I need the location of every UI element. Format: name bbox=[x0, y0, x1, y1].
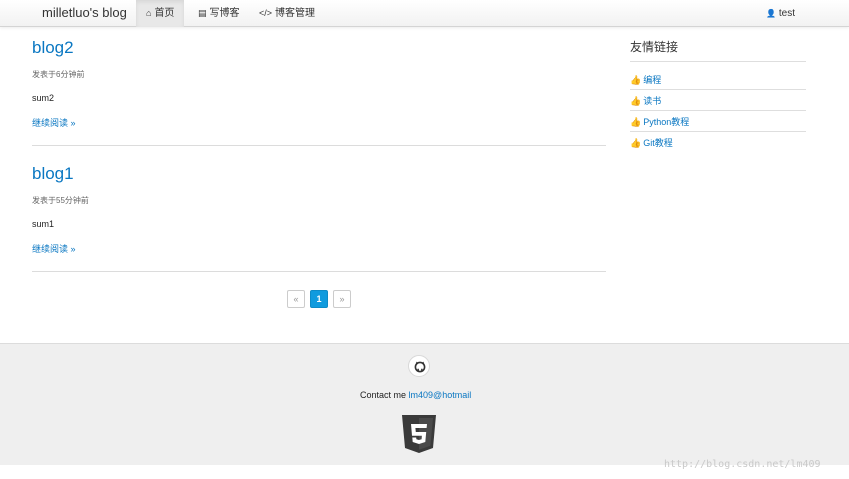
nav-blog-manage[interactable]: </> 博客管理 bbox=[249, 0, 325, 27]
nav-home[interactable]: ⌂ 首页 bbox=[136, 0, 185, 27]
nav-home-label: 首页 bbox=[154, 8, 175, 19]
nav-write-blog[interactable]: ▤ 写博客 bbox=[188, 0, 250, 27]
thumbs-up-icon: 👍 bbox=[630, 96, 642, 106]
sidebar-link-label: 读书 bbox=[643, 96, 662, 106]
code-icon: </> bbox=[259, 8, 273, 18]
read-more-link[interactable]: 继续阅读 » bbox=[32, 116, 76, 129]
post-meta: 发表于55分钟前 bbox=[32, 196, 89, 205]
pagination-next[interactable]: » bbox=[333, 290, 351, 308]
sidebar-link-label: 编程 bbox=[643, 75, 662, 85]
sidebar-link-label: Python教程 bbox=[643, 117, 690, 127]
contact-line: Contact me lm409@hotmail bbox=[360, 390, 471, 400]
sidebar-link-programming[interactable]: 👍 编程 bbox=[630, 73, 661, 86]
sidebar-divider bbox=[630, 61, 806, 62]
read-more-link[interactable]: 继续阅读 » bbox=[32, 242, 76, 255]
post-title-blog1[interactable]: blog1 bbox=[32, 164, 74, 184]
book-icon: ▤ bbox=[198, 8, 207, 18]
github-icon[interactable] bbox=[408, 355, 430, 377]
sidebar-link-label: Git教程 bbox=[643, 138, 673, 148]
thumbs-up-icon: 👍 bbox=[630, 138, 642, 148]
sidebar-title: 友情链接 bbox=[630, 40, 679, 54]
thumbs-up-icon: 👍 bbox=[630, 75, 642, 85]
sidebar-divider bbox=[630, 131, 806, 132]
post-divider bbox=[32, 145, 606, 146]
user-icon: 👤 bbox=[766, 9, 777, 18]
post-title-blog2[interactable]: blog2 bbox=[32, 38, 74, 58]
user-menu[interactable]: 👤 test bbox=[766, 0, 795, 27]
home-icon: ⌂ bbox=[146, 8, 152, 18]
post-meta: 发表于6分钟前 bbox=[32, 70, 85, 79]
contact-email-link[interactable]: lm409@hotmail bbox=[409, 390, 472, 400]
pagination-page-1[interactable]: 1 bbox=[310, 290, 328, 308]
top-navbar: milletluo's blog ⌂ 首页 ▤ 写博客 </> 博客管理 👤 test bbox=[0, 0, 849, 27]
nav-blog-manage-label: 博客管理 bbox=[275, 8, 316, 19]
post-summary: sum2 bbox=[32, 93, 55, 103]
sidebar-divider bbox=[630, 110, 806, 111]
pagination-prev[interactable]: « bbox=[287, 290, 305, 308]
post-divider bbox=[32, 271, 606, 272]
html5-logo bbox=[401, 414, 437, 454]
sidebar-divider bbox=[630, 89, 806, 90]
thumbs-up-icon: 👍 bbox=[630, 117, 642, 127]
site-brand[interactable]: milletluo's blog bbox=[42, 5, 127, 20]
contact-label: Contact me bbox=[360, 390, 407, 400]
user-name: test bbox=[778, 8, 795, 19]
sidebar-link-python[interactable]: 👍 Python教程 bbox=[630, 115, 689, 128]
watermark: http://blog.csdn.net/lm409 bbox=[664, 459, 821, 470]
post-summary: sum1 bbox=[32, 219, 55, 229]
sidebar-link-reading[interactable]: 👍 读书 bbox=[630, 94, 661, 107]
nav-write-blog-label: 写博客 bbox=[209, 8, 240, 19]
sidebar-link-git[interactable]: 👍 Git教程 bbox=[630, 136, 673, 149]
